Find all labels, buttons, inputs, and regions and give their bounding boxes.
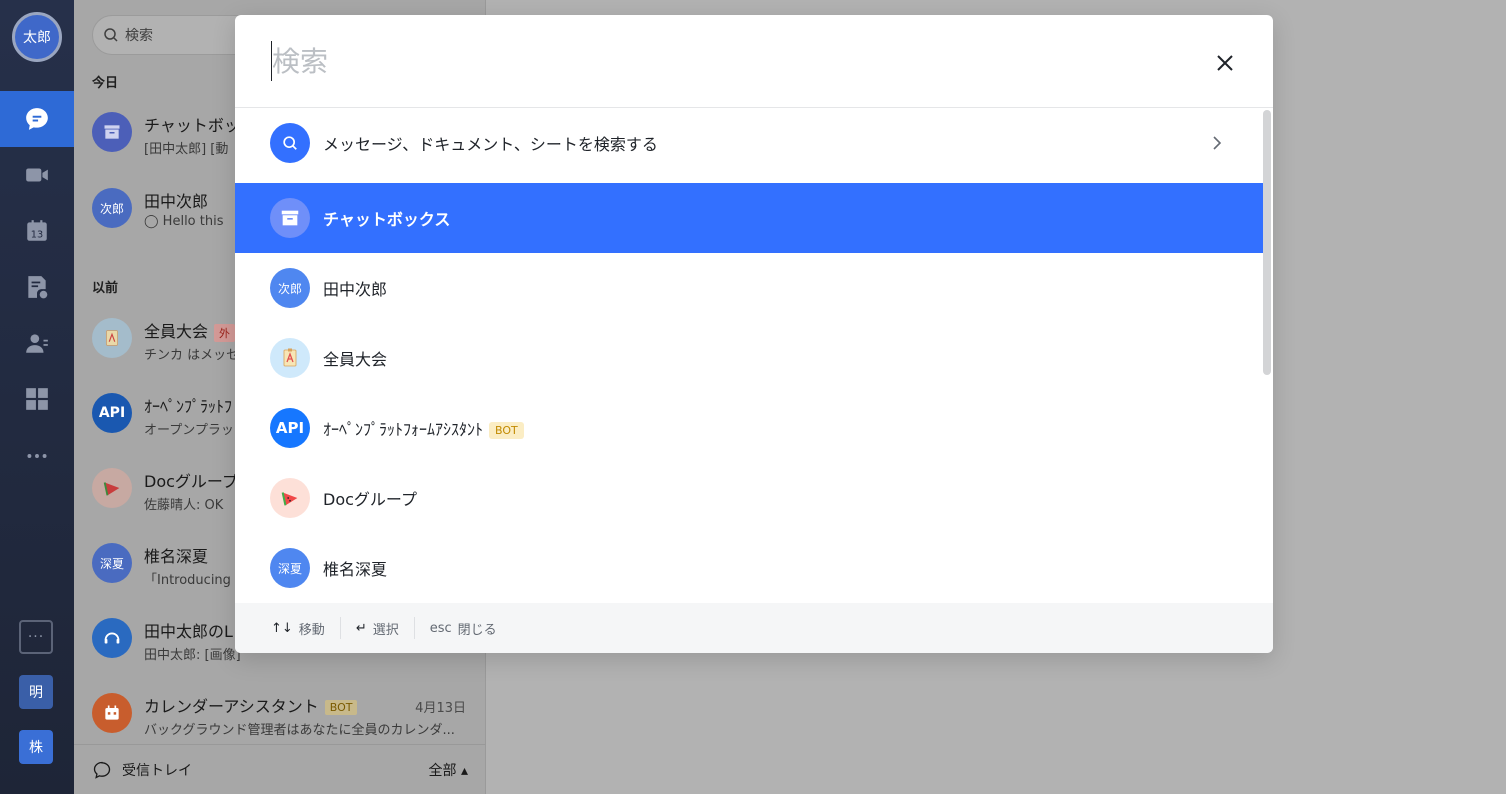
enter-icon: ↵ [355,620,367,636]
search-result-item[interactable]: チャットボックス [235,183,1263,253]
watermelon-icon [270,478,310,518]
chat-name: ｵｰﾍﾟﾝﾌﾟﾗｯﾄﾌ [144,397,233,416]
chat-preview: オープンプラット [144,423,247,438]
chat-name: 椎名深夏 [144,547,209,566]
search-result-item[interactable]: 深夏 椎名深夏 [235,533,1263,603]
search-icon [270,123,310,163]
api-logo: API [270,408,310,448]
avatar: 深夏 [270,548,310,588]
section-today: 今日 [92,76,119,91]
contacts-icon [26,334,48,353]
archive-box-icon [270,198,310,238]
calendar-icon [92,693,132,733]
result-label: チャットボックス [323,210,451,229]
chat-name: Docグループ [144,472,238,491]
search-result-item[interactable]: 全員大会 [235,323,1263,393]
calendar-nav[interactable]: 13 [0,203,74,259]
watermelon-icon [92,468,132,508]
workspace-button[interactable]: 株 [19,730,53,764]
chat-bubble-icon [26,108,48,130]
chat-name: 全員大会外 [144,318,236,342]
svg-text:13: 13 [31,230,43,241]
inbox-label[interactable]: 受信トレイ [122,760,192,780]
messenger-nav[interactable] [0,91,74,147]
result-label: 椎名深夏 [323,560,388,579]
esc-key: esc [429,620,452,636]
archive-box-icon [92,112,132,152]
contacts-nav[interactable] [0,315,74,371]
filter-dropdown[interactable]: 全部 ▴ [429,760,468,780]
video-meeting-nav[interactable] [0,147,74,203]
hint-move: ↑↓ 移動 [271,619,325,638]
avatar: 次郎 [270,268,310,308]
workspace-button[interactable]: 明 [19,675,53,709]
app-grid-icon [26,388,48,410]
chat-bubble-outline-icon [93,761,111,779]
result-label: Docグループ [323,490,417,509]
search-result-item[interactable]: API ｵｰﾍﾟﾝﾌﾟﾗｯﾄﾌｫｰﾑｱｼｽﾀﾝﾄ BOT [235,393,1263,463]
hint-label: 選択 [372,622,399,638]
assembly-icon [270,338,310,378]
calendar-icon: 13 [27,220,47,241]
chat-date: 4月13日 [415,701,466,716]
avatar: 次郎 [92,188,132,228]
result-label: 田中次郎 [323,280,388,299]
divider [413,617,415,639]
search-result-item[interactable]: 次郎 田中次郎 [235,253,1263,323]
chat-name: カレンダーアシスタント BOT [144,693,358,717]
search-modal: メッセージ、ドキュメント、シートを検索する チャットボックス 次郎 田中次郎 全… [235,15,1273,653]
result-label: メッセージ、ドキュメント、シートを検索する [323,135,658,154]
chat-preview: 佐藤晴人: OK [144,498,224,513]
chat-name: 田中太郎のL [144,622,233,641]
hint-label: 閉じる [457,622,497,638]
hint-close: esc 閉じる [430,619,497,638]
result-label: 全員大会 [323,350,388,369]
video-camera-icon [26,168,48,182]
api-logo: API [92,393,132,433]
search-results: メッセージ、ドキュメント、シートを検索する チャットボックス 次郎 田中次郎 全… [235,108,1263,603]
chat-preview: バックグラウンド管理者はあなたに全員のカレンダ... [144,723,455,738]
chat-preview: ◯ Hello this [144,214,224,229]
chevron-right-icon [1213,136,1222,150]
bot-badge: BOT [489,422,524,439]
docs-nav[interactable] [0,259,74,315]
chat-item[interactable]: カレンダーアシスタント BOT 4月13日 バックグラウンド管理者はあなたに全員の… [74,679,486,749]
ellipsis-icon: ··· [27,629,45,645]
hint-select: ↵ 選択 [356,619,399,638]
inbox-footer: 受信トレイ 全部 ▴ [74,744,486,794]
external-tag: 外 [214,323,236,342]
search-result-item[interactable]: Docグループ [235,463,1263,533]
result-label: ｵｰﾍﾟﾝﾌﾟﾗｯﾄﾌｫｰﾑｱｼｽﾀﾝﾄ BOT [323,416,524,440]
user-avatar[interactable]: 太郎 [12,12,62,62]
chat-name: 田中次郎 [144,192,209,211]
section-earlier: 以前 [92,281,119,296]
avatar: 深夏 [92,543,132,583]
assembly-icon [92,318,132,358]
chat-preview: [田中太郎] [動 [144,142,229,157]
workplace-nav[interactable] [0,371,74,427]
results-scrollbar[interactable] [1263,110,1271,375]
search-header [235,15,1273,108]
close-icon[interactable] [1213,51,1237,75]
app-sidebar: 太郎 13 ··· 明 株 [0,0,74,794]
more-dots-icon [27,454,47,458]
search-input[interactable] [271,41,1171,81]
more-workspaces-button[interactable]: ··· [19,620,53,654]
chat-search-placeholder: 検索 [125,28,153,44]
search-icon [104,28,118,42]
more-nav[interactable] [0,428,74,484]
bot-badge: BOT [324,700,358,715]
keyboard-hints: ↑↓ 移動 ↵ 選択 esc 閉じる [235,603,1273,653]
headset-icon [92,618,132,658]
document-cloud-icon [28,276,48,299]
chat-preview: 「Introducing [144,573,231,588]
divider [339,617,341,639]
hint-label: 移動 [298,622,325,638]
chat-preview: 田中太郎: [画像] [144,648,241,663]
arrows-icon: ↑↓ [271,620,293,636]
search-all-row[interactable]: メッセージ、ドキュメント、シートを検索する [235,108,1263,178]
